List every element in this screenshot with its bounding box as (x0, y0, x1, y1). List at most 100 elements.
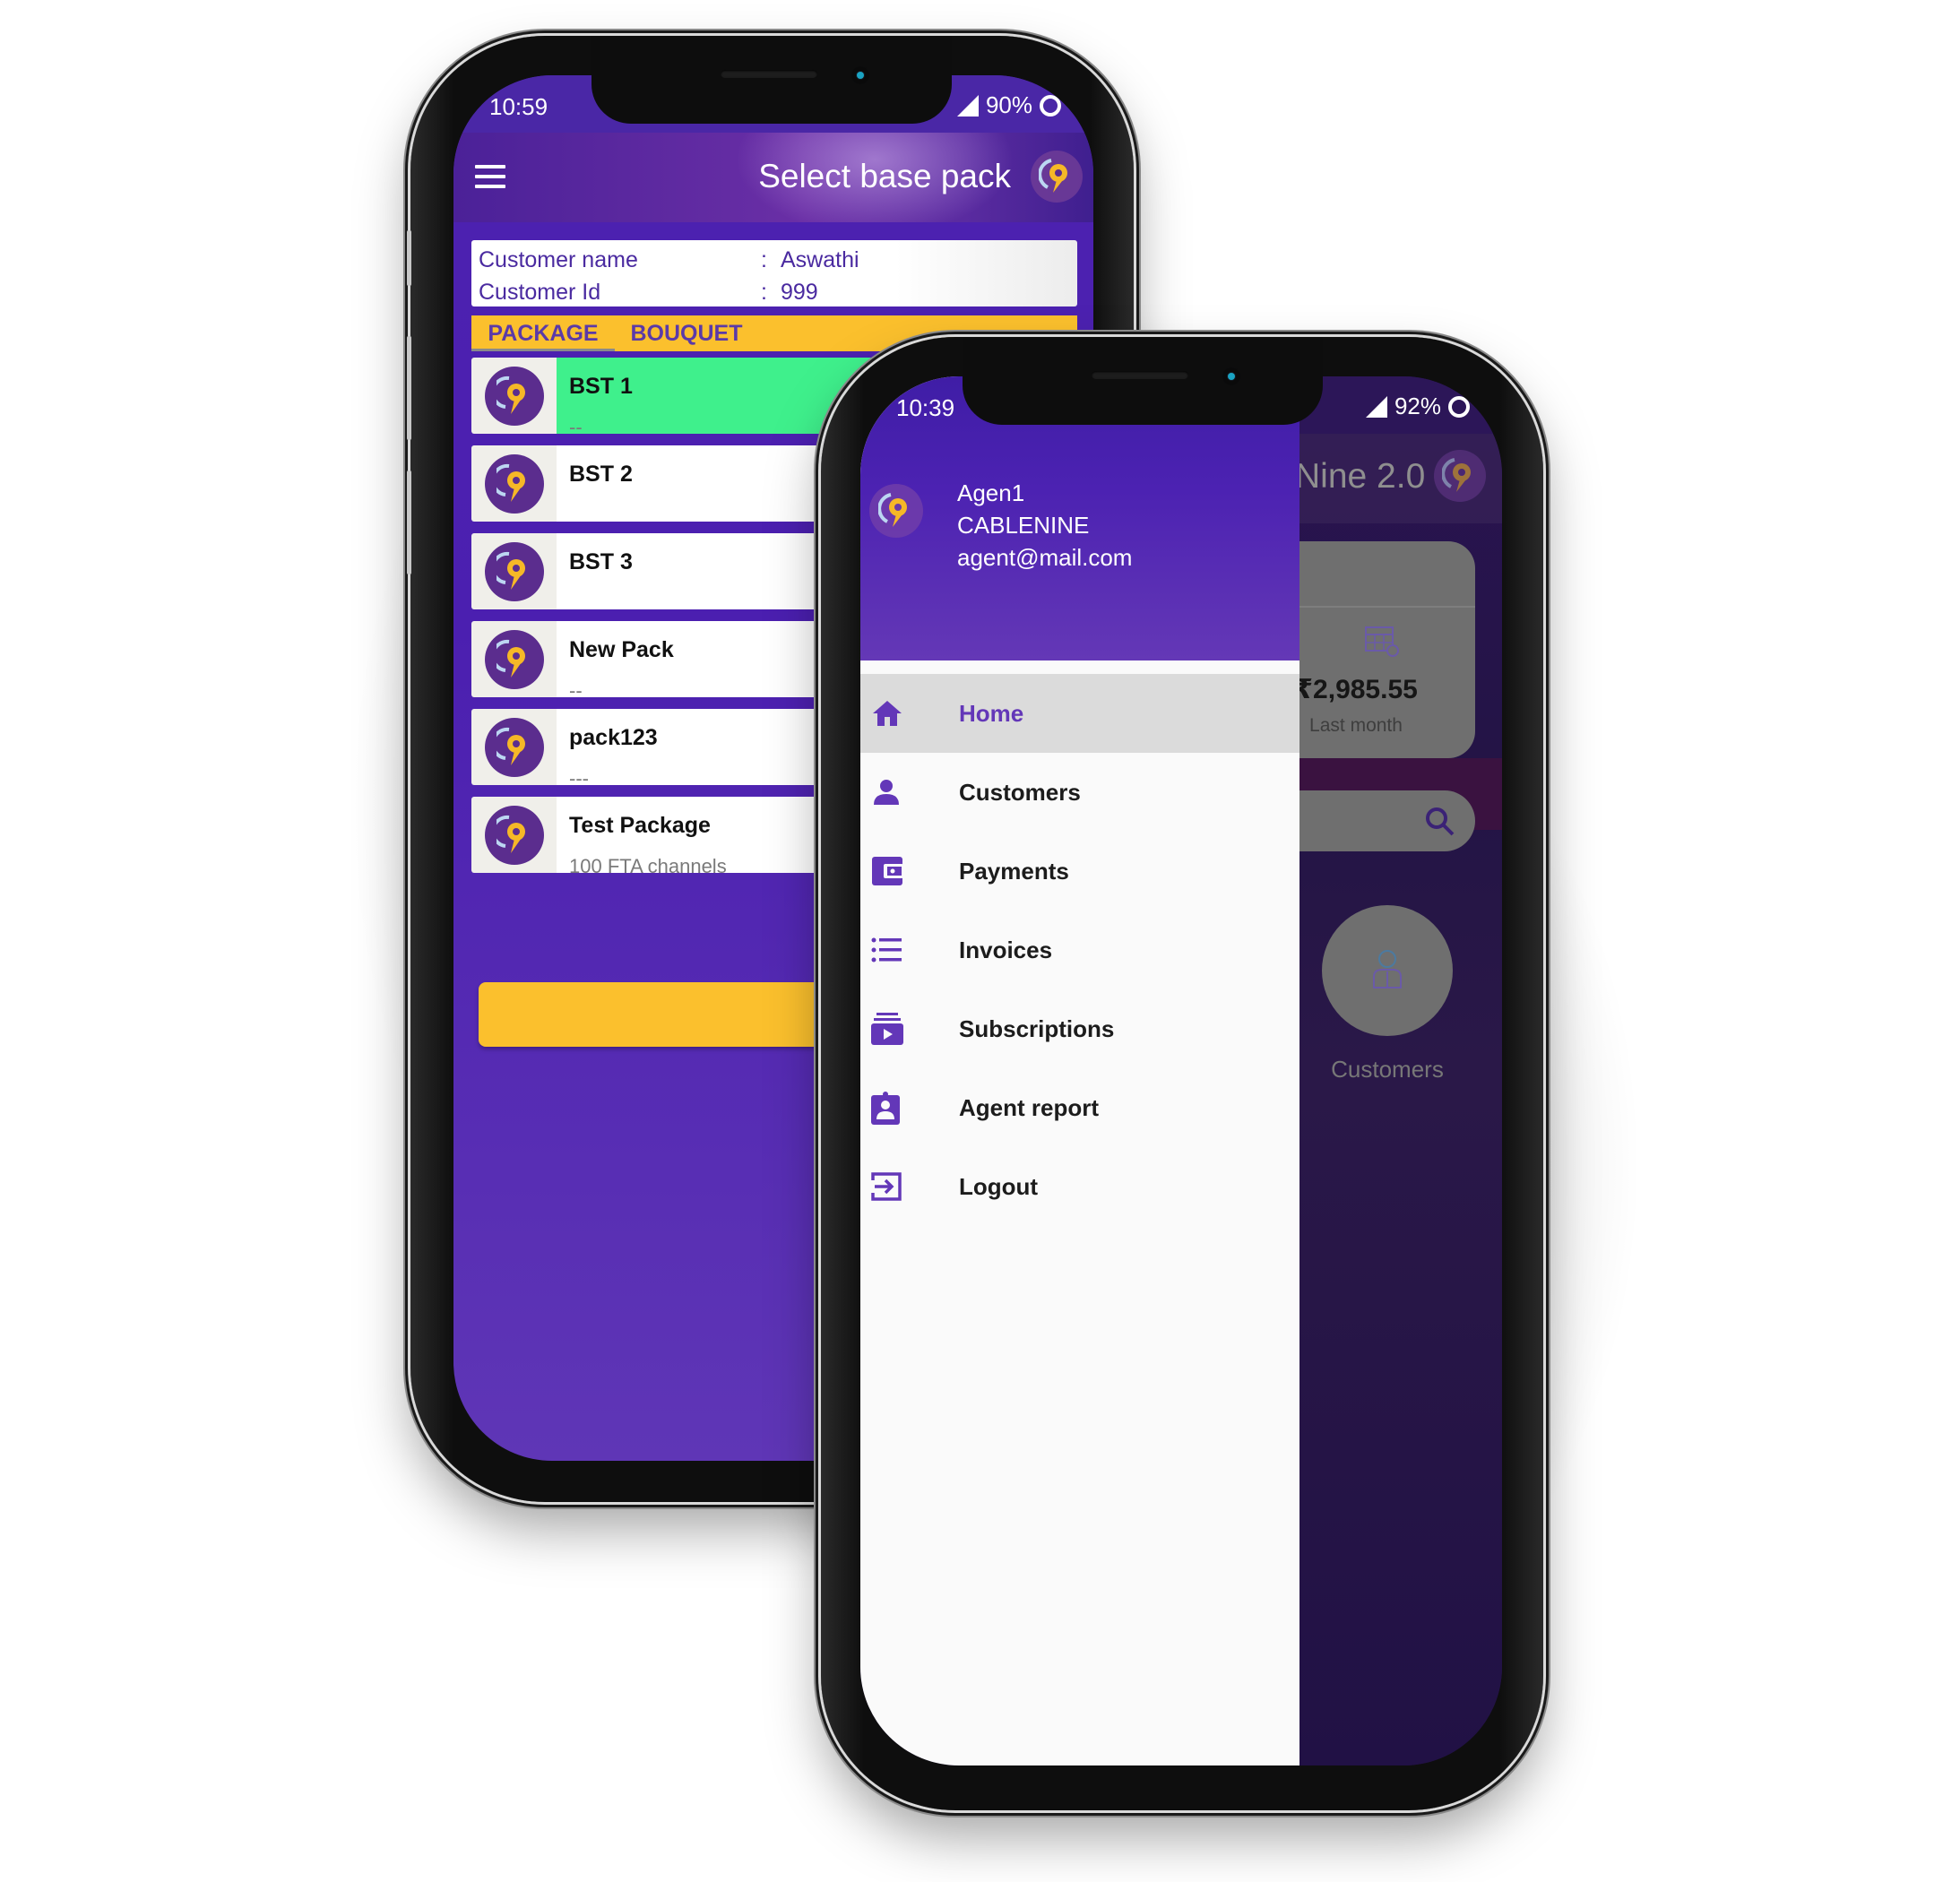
package-desc: 100 FTA channels (569, 855, 727, 873)
battery-icon (1448, 395, 1470, 418)
navigation-drawer: Agen1 CABLENINE agent@mail.com Home Custo… (860, 376, 1299, 1765)
package-name: Test Package (569, 813, 711, 838)
mute-switch (407, 230, 411, 286)
package-logo-icon (496, 376, 525, 414)
search-icon[interactable] (1425, 807, 1455, 837)
package-logo-cell (471, 533, 557, 609)
package-logo-cell (471, 445, 557, 522)
drawer-menu: Home Customers Payments Invoices Subscriptio… (860, 674, 1299, 1226)
customer-name-value: Aswathi (781, 247, 859, 272)
tab-bouquet[interactable]: BOUQUET (615, 315, 758, 351)
customer-name-row: Customer name : Aswathi (479, 247, 859, 273)
package-logo (484, 366, 544, 426)
package-name: pack123 (569, 725, 658, 750)
package-text: New Pack -- (557, 621, 674, 697)
package-logo-cell (471, 709, 557, 785)
list-icon (860, 937, 959, 963)
package-text: BST 3 (557, 533, 633, 609)
separator: : (761, 247, 767, 272)
customer-id-value: 999 (781, 280, 818, 305)
logo-icon (1039, 159, 1067, 193)
package-text: BST 1 -- (557, 358, 633, 434)
cablenine-logo (1434, 450, 1486, 502)
battery-percent: 90% (985, 91, 1032, 118)
battery-icon (1040, 94, 1061, 117)
customer-info-card: Customer name : Aswathi Customer Id : 99… (471, 240, 1077, 306)
menu-item-customers[interactable]: Customers (860, 753, 1299, 832)
signal-icon (1365, 395, 1387, 418)
user-info: Agen1 CABLENINE agent@mail.com (957, 477, 1132, 574)
menu-item-label: Payments (959, 857, 1069, 885)
volume-down-button (407, 470, 411, 574)
notch (963, 337, 1323, 425)
phone-navigation-drawer: Nine 2.0 ₹2,985.55 Last month Customers … (821, 337, 1543, 1810)
speaker (721, 70, 817, 78)
person-icon (860, 778, 959, 807)
user-company: CABLENINE (957, 512, 1090, 539)
menu-item-payments[interactable]: Payments (860, 832, 1299, 911)
logo-icon (1442, 458, 1471, 492)
front-camera (1222, 367, 1240, 385)
notch (591, 36, 952, 124)
package-desc: -- (569, 416, 583, 434)
package-logo-cell (471, 358, 557, 434)
menu-item-subscriptions[interactable]: Subscriptions (860, 989, 1299, 1068)
menu-item-label: Customers (959, 778, 1081, 806)
user-email: agent@mail.com (957, 544, 1133, 571)
package-logo (484, 453, 544, 514)
package-logo (484, 629, 544, 689)
customers-tile[interactable] (1322, 905, 1453, 1036)
separator: : (761, 280, 767, 305)
page-title: Select base pack (758, 158, 1011, 194)
package-logo-icon (496, 727, 525, 765)
menu-item-label: Subscriptions (959, 1014, 1115, 1042)
menu-item-label: Agent report (959, 1093, 1099, 1121)
front-camera (851, 66, 869, 84)
logo-icon (878, 493, 907, 527)
menu-item-home[interactable]: Home (860, 674, 1299, 753)
hamburger-icon[interactable] (475, 165, 505, 188)
status-time: 10:59 (489, 93, 548, 120)
menu-item-logout[interactable]: Logout (860, 1147, 1299, 1226)
screen: Nine 2.0 ₹2,985.55 Last month Customers … (860, 376, 1502, 1765)
menu-item-agent-report[interactable]: Agent report (860, 1068, 1299, 1147)
app-bar: Select base pack (453, 133, 1093, 222)
customer-name-label: Customer name (479, 247, 638, 272)
menu-item-label: Home (959, 699, 1024, 727)
tab-package[interactable]: PACKAGE (471, 315, 615, 351)
package-logo (484, 717, 544, 777)
package-logo-icon (496, 463, 525, 502)
package-logo (484, 541, 544, 601)
avatar (869, 484, 923, 538)
package-name: New Pack (569, 637, 674, 662)
package-logo-icon (496, 639, 525, 678)
package-desc: --- (569, 767, 589, 785)
menu-item-invoices[interactable]: Invoices (860, 911, 1299, 989)
package-logo-icon (496, 815, 525, 853)
home-icon (860, 699, 959, 728)
battery-percent: 92% (1394, 393, 1441, 419)
package-text: Test Package 100 FTA channels (557, 797, 727, 873)
speaker (1092, 371, 1188, 379)
customers-tile-label: Customers (1331, 1056, 1444, 1083)
package-logo-cell (471, 797, 557, 873)
package-text: BST 2 (557, 445, 633, 522)
user-name: Agen1 (957, 479, 1025, 506)
menu-item-label: Invoices (959, 936, 1053, 963)
menu-item-label: Logout (959, 1172, 1039, 1200)
volume-up-button (407, 336, 411, 440)
package-name: BST 1 (569, 374, 633, 399)
package-desc: -- (569, 679, 583, 697)
package-name: BST 3 (569, 549, 633, 574)
package-name: BST 2 (569, 462, 633, 487)
cablenine-logo (1031, 151, 1083, 203)
package-logo-cell (471, 621, 557, 697)
dashboard-title: Nine 2.0 (1295, 457, 1426, 496)
package-logo (484, 805, 544, 865)
package-logo-icon (496, 551, 525, 590)
subscriptions-icon (860, 1012, 959, 1046)
logout-icon (860, 1171, 959, 1202)
customer-person-icon (1373, 950, 1402, 988)
status-time: 10:39 (896, 394, 955, 421)
wallet-icon (860, 856, 959, 886)
